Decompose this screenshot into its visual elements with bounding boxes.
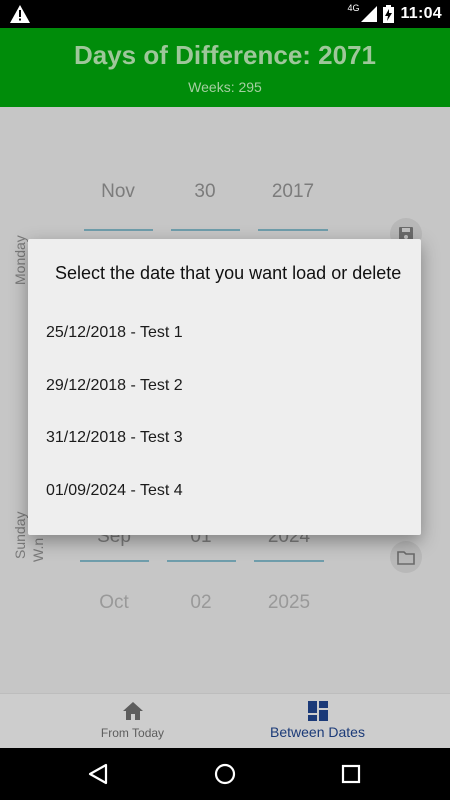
start-year-picker[interactable]: 2017 (258, 181, 328, 203)
saved-date-item[interactable]: 31/12/2018 - Test 3 (46, 429, 406, 447)
dialog-title: Select the date that you want load or de… (55, 263, 402, 283)
status-icons: 4G 11:04 (347, 0, 442, 28)
open-saved-button[interactable] (390, 541, 422, 573)
end-weekday-label-2: W.n (30, 537, 46, 562)
network-type-label: 4G (347, 3, 360, 13)
start-month-picker[interactable]: Nov (84, 181, 152, 203)
end-day-underline (167, 560, 236, 562)
start-year-underline (258, 229, 328, 231)
saved-date-item[interactable]: 01/09/2024 - Test 4 (46, 482, 406, 500)
back-icon[interactable] (86, 762, 110, 786)
days-difference-title: Days of Difference: 2071 (73, 40, 377, 70)
start-day-picker[interactable]: 30 (171, 181, 239, 203)
nav-between-dates[interactable]: Between Dates (205, 694, 430, 749)
nav-between-dates-label: Between Dates (270, 724, 365, 740)
weeks-subtitle: Weeks: 295 (188, 79, 262, 95)
app-header: Days of Difference: 2071 Weeks: 295 (0, 28, 450, 107)
signal-icon (361, 6, 378, 22)
start-day-underline (171, 229, 240, 231)
system-navigation-bar (0, 748, 450, 800)
end-year-underline (254, 560, 324, 562)
end-day-next[interactable]: 02 (167, 592, 235, 614)
saved-dates-dialog: Select the date that you want load or de… (28, 239, 421, 535)
end-month-next[interactable]: Oct (80, 592, 148, 614)
recents-icon[interactable] (339, 762, 363, 786)
bottom-navigation: From Today Between Dates (0, 693, 450, 748)
saved-date-item[interactable]: 29/12/2018 - Test 2 (46, 377, 406, 395)
warning-icon (10, 5, 30, 23)
home-circle-icon[interactable] (213, 762, 237, 786)
start-month-underline (84, 229, 153, 231)
dashboard-icon (307, 701, 328, 721)
saved-date-item[interactable]: 25/12/2018 - Test 1 (46, 324, 406, 342)
battery-charging-icon (383, 5, 395, 23)
folder-icon (397, 551, 415, 565)
clock: 11:04 (400, 5, 442, 22)
start-weekday-label: Monday (12, 235, 28, 285)
end-year-next[interactable]: 2025 (254, 592, 324, 614)
status-bar: 4G 11:04 (0, 0, 450, 28)
home-icon (122, 702, 143, 720)
end-month-underline (80, 560, 149, 562)
end-weekday-label: Sunday (12, 511, 28, 559)
